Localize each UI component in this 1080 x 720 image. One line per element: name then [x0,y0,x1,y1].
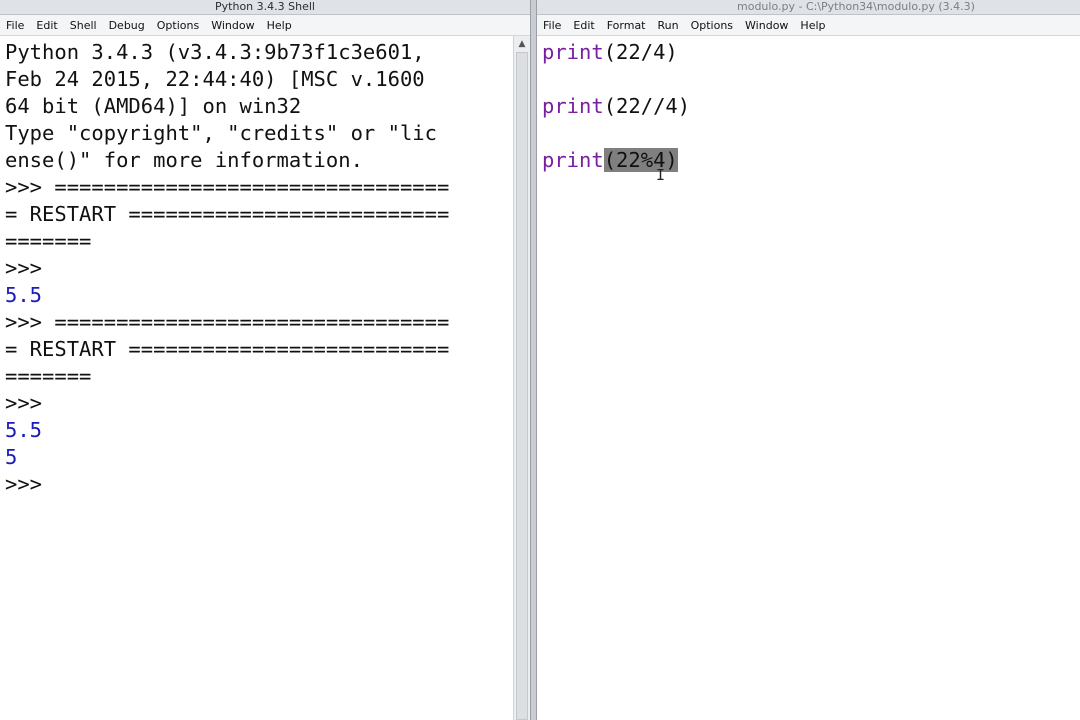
shell-menu-help[interactable]: Help [261,19,298,32]
shell-menubar: File Edit Shell Debug Options Window Hel… [0,15,530,36]
shell-line: = RESTART ========================== [5,337,450,361]
editor-menubar: File Edit Format Run Options Window Help [537,15,1080,36]
editor-menu-file[interactable]: File [537,19,567,32]
shell-line: ======= [5,229,92,253]
code-keyword: print [542,148,604,172]
code-args: (22/4) [603,40,678,64]
scroll-up-arrow-icon[interactable]: ▲ [514,36,530,52]
code-keyword: print [542,40,604,64]
shell-line: ense()" for more information. [5,148,363,172]
shell-line: >>> ================================ [5,310,450,334]
shell-menu-shell[interactable]: Shell [64,19,103,32]
shell-line: Type "copyright", "credits" or "lic [5,121,437,145]
shell-line: ======= [5,364,92,388]
python-shell-window: Python 3.4.3 Shell File Edit Shell Debug… [0,0,530,720]
shell-menu-edit[interactable]: Edit [30,19,63,32]
code-keyword: print [542,94,604,118]
editor-menu-format[interactable]: Format [601,19,652,32]
editor-code-line: print(22%4) [542,147,1080,174]
shell-menu-debug[interactable]: Debug [103,19,151,32]
text-cursor-icon: I [656,166,666,184]
shell-output-line: 5.5 [5,283,43,307]
shell-scrollbar[interactable]: ▲ [513,36,530,720]
editor-code-line [542,120,1080,147]
shell-line: Python 3.4.3 (v3.4.3:9b73f1c3e601, [5,40,425,64]
editor-menu-run[interactable]: Run [652,19,685,32]
editor-titlebar[interactable]: modulo.py - C:\Python34\modulo.py (3.4.3… [537,0,1080,15]
editor-title: modulo.py - C:\Python34\modulo.py (3.4.3… [737,0,975,13]
shell-line: 64 bit (AMD64)] on win32 [5,94,302,118]
editor-code-line [542,66,1080,93]
shell-scrollbar-thumb[interactable] [516,52,528,720]
shell-line: >>> [5,256,43,280]
shell-line: >>> ================================ [5,175,450,199]
shell-menu-options[interactable]: Options [151,19,205,32]
shell-line: = RESTART ========================== [5,202,450,226]
editor-menu-edit[interactable]: Edit [567,19,600,32]
shell-menu-file[interactable]: File [0,19,30,32]
editor-code-line: print(22/4) [542,39,1080,66]
code-args: (22//4) [603,94,691,118]
editor-menu-options[interactable]: Options [685,19,739,32]
window-divider [530,0,537,720]
shell-output-line: 5 [5,445,18,469]
shell-title: Python 3.4.3 Shell [215,0,315,13]
shell-line: >>> [5,472,43,496]
shell-titlebar[interactable]: Python 3.4.3 Shell [0,0,530,15]
editor-text-area[interactable]: print(22/4) print(22//4) print(22%4) [537,36,1080,174]
shell-line: >>> [5,391,43,415]
editor-menu-window[interactable]: Window [739,19,794,32]
shell-output-line: 5.5 [5,418,43,442]
shell-output-area[interactable]: Python 3.4.3 (v3.4.3:9b73f1c3e601, Feb 24… [0,36,530,498]
editor-menu-help[interactable]: Help [794,19,831,32]
editor-window: modulo.py - C:\Python34\modulo.py (3.4.3… [537,0,1080,720]
selected-text[interactable]: (22%4) [603,148,678,172]
editor-code-line: print(22//4) [542,93,1080,120]
shell-line: Feb 24 2015, 22:44:40) [MSC v.1600 [5,67,425,91]
shell-menu-window[interactable]: Window [205,19,260,32]
